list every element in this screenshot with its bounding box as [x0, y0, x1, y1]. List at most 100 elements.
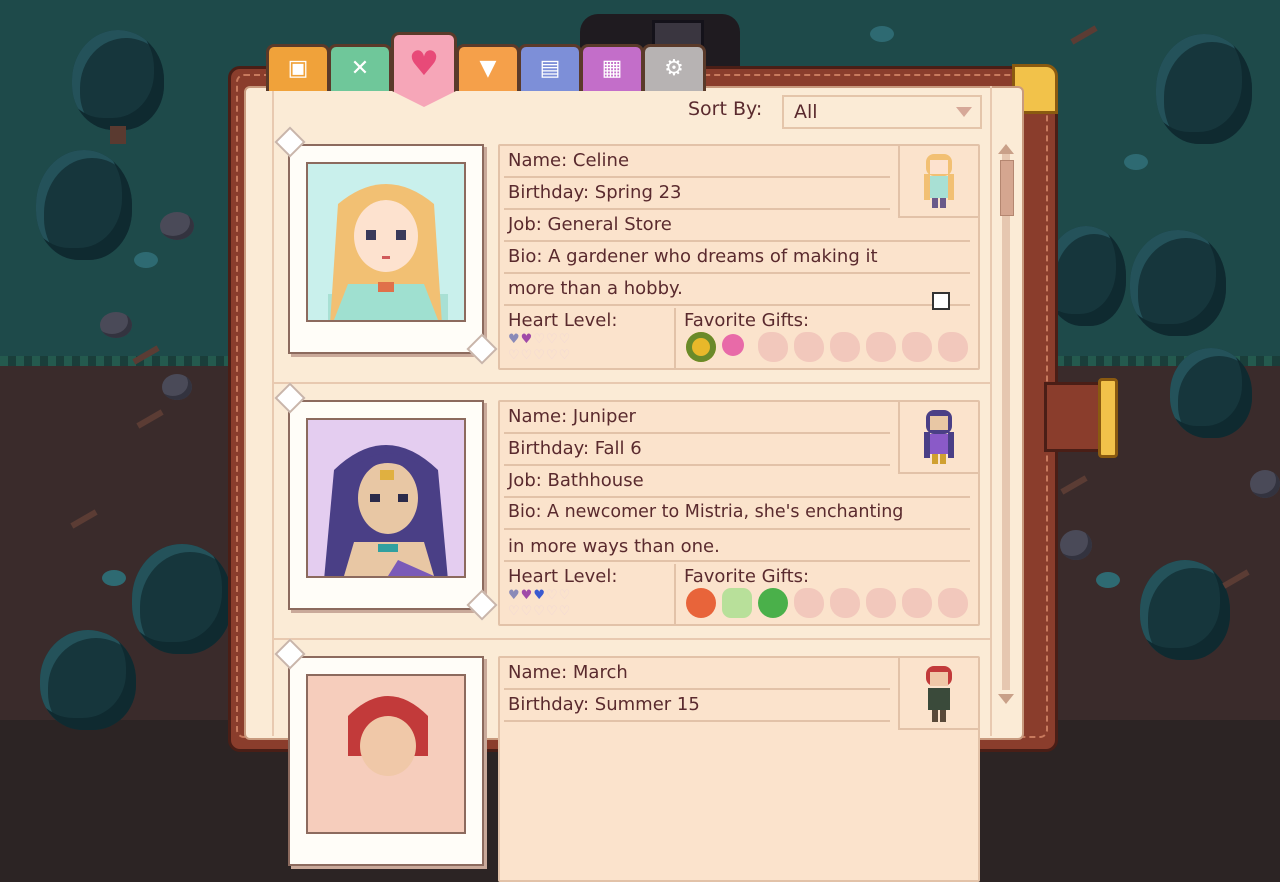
locked-gift-icon: [902, 332, 932, 362]
favorite-gifts-label: Favorite Gifts:: [684, 566, 810, 587]
card-divider: [674, 564, 676, 624]
heart-filled-icon: ♥: [520, 332, 534, 347]
row-divider: [504, 304, 970, 306]
tree: [36, 150, 132, 260]
pumpkin-icon[interactable]: [686, 588, 716, 618]
tree: [1046, 226, 1126, 326]
bush: [102, 570, 126, 586]
heart-filled-icon: ♥: [508, 332, 521, 347]
snail-shell-icon[interactable]: [758, 588, 788, 618]
rose-icon[interactable]: [722, 334, 744, 356]
villager-bio-continued: in more ways than one.: [508, 536, 720, 557]
portrait-frame: [288, 144, 484, 354]
fennel-icon[interactable]: [722, 588, 752, 618]
portrait-frame: [288, 400, 484, 610]
bush: [870, 26, 894, 42]
locked-gift-icon: [938, 332, 968, 362]
row-divider: [504, 432, 890, 434]
sort-value: All: [794, 101, 818, 123]
book-clasp-latch: [1098, 378, 1118, 458]
villager-name: Name: Juniper: [508, 406, 636, 427]
villager-card: Name: Juniper Birthday: Fall 6 Job: Bath…: [498, 400, 980, 626]
rock: [1060, 530, 1092, 560]
row-divider: [504, 496, 970, 498]
rock: [162, 374, 192, 400]
villager-bio: Bio: A gardener who dreams of making it: [508, 246, 878, 267]
entry-separator: [274, 638, 990, 640]
heart-icon: ♥: [408, 44, 440, 84]
locked-gift-icon: [758, 332, 788, 362]
villager-name: Name: Celine: [508, 150, 630, 171]
tree: [1140, 560, 1230, 660]
bush: [1124, 154, 1148, 170]
book-icon: ▤: [539, 56, 561, 81]
heart-empty-icon: ♡♡: [545, 588, 572, 603]
heart-level-meter: ♥♥♡♡♡ ♡♡♡♡♡: [508, 332, 588, 364]
locked-gift-icon: [794, 332, 824, 362]
tab-map[interactable]: ▦: [580, 44, 644, 91]
row-divider: [504, 528, 970, 530]
villager-birthday: Birthday: Fall 6: [508, 438, 642, 459]
heart-filled-icon: ♥: [508, 588, 521, 603]
tree: [1170, 348, 1252, 438]
heart-empty-icon: ♡♡♡♡♡: [508, 604, 572, 619]
villager-birthday: Birthday: Summer 15: [508, 694, 700, 715]
heart-empty-icon: ♡♡♡♡♡: [508, 348, 572, 363]
favorite-gifts-label: Favorite Gifts:: [684, 310, 810, 331]
heart-level-label: Heart Level:: [508, 566, 618, 587]
tab-inventory[interactable]: ▣: [266, 44, 330, 91]
tab-quests[interactable]: ▼: [456, 44, 520, 91]
page-margin-right: [990, 86, 992, 736]
villager-sprite-box: [898, 146, 978, 218]
villager-job: Job: General Store: [508, 214, 672, 235]
scroll-up-arrow-icon[interactable]: [998, 144, 1014, 154]
bush: [1096, 572, 1120, 588]
row-divider: [504, 464, 890, 466]
heart-level-meter: ♥♥♥♡♡ ♡♡♡♡♡: [508, 588, 588, 620]
heart-filled-icon: ♥: [520, 588, 534, 603]
villager-card: Name: Celine Birthday: Spring 23 Job: Ge…: [498, 144, 980, 370]
villager-job: Job: Bathhouse: [508, 470, 644, 491]
heart-empty-icon: ♡♡♡: [533, 332, 572, 347]
heart-level-label: Heart Level:: [508, 310, 618, 331]
celine-portrait: [328, 184, 448, 320]
row-divider: [504, 560, 970, 562]
tree: [1130, 230, 1226, 336]
villager-name: Name: March: [508, 662, 628, 683]
portrait-photo: [306, 418, 466, 578]
row-divider: [504, 272, 970, 274]
villager-sprite-box: [898, 658, 978, 730]
scroll-down-arrow-icon[interactable]: [998, 694, 1014, 704]
mouse-cursor-icon: [932, 292, 950, 310]
tools-icon: ✕: [350, 56, 370, 81]
tree: [1156, 34, 1252, 144]
scrollbar-track[interactable]: [1002, 152, 1010, 690]
portrait-frame: [288, 656, 484, 866]
march-sprite: [926, 666, 952, 722]
row-divider: [504, 240, 970, 242]
tab-settings[interactable]: ⚙: [642, 44, 706, 91]
rock: [160, 212, 194, 240]
tab-skills[interactable]: ✕: [328, 44, 392, 91]
map-icon: ▦: [601, 56, 623, 81]
rock: [1250, 470, 1280, 498]
chevron-down-icon: [956, 107, 972, 117]
hammer-icon: ▼: [479, 56, 497, 81]
villager-birthday: Birthday: Spring 23: [508, 182, 682, 203]
locked-gift-icon: [830, 332, 860, 362]
heart-filled-icon: ♥: [533, 588, 546, 603]
locked-gift-icon: [938, 588, 968, 618]
gear-icon: ⚙: [664, 56, 684, 81]
sort-dropdown[interactable]: All: [782, 95, 982, 129]
locked-gift-icon: [866, 332, 896, 362]
tree: [72, 30, 164, 130]
portrait-photo: [306, 162, 466, 322]
locked-gift-icon: [794, 588, 824, 618]
villager-sprite-box: [898, 402, 978, 474]
scrollbar-thumb[interactable]: [1000, 160, 1014, 216]
sunflower-icon[interactable]: [686, 332, 716, 362]
locked-gift-icon: [902, 588, 932, 618]
villager-bio: Bio: A newcomer to Mistria, she's enchan…: [508, 502, 904, 522]
tab-journal[interactable]: ▤: [518, 44, 582, 91]
juniper-portrait: [324, 445, 448, 576]
